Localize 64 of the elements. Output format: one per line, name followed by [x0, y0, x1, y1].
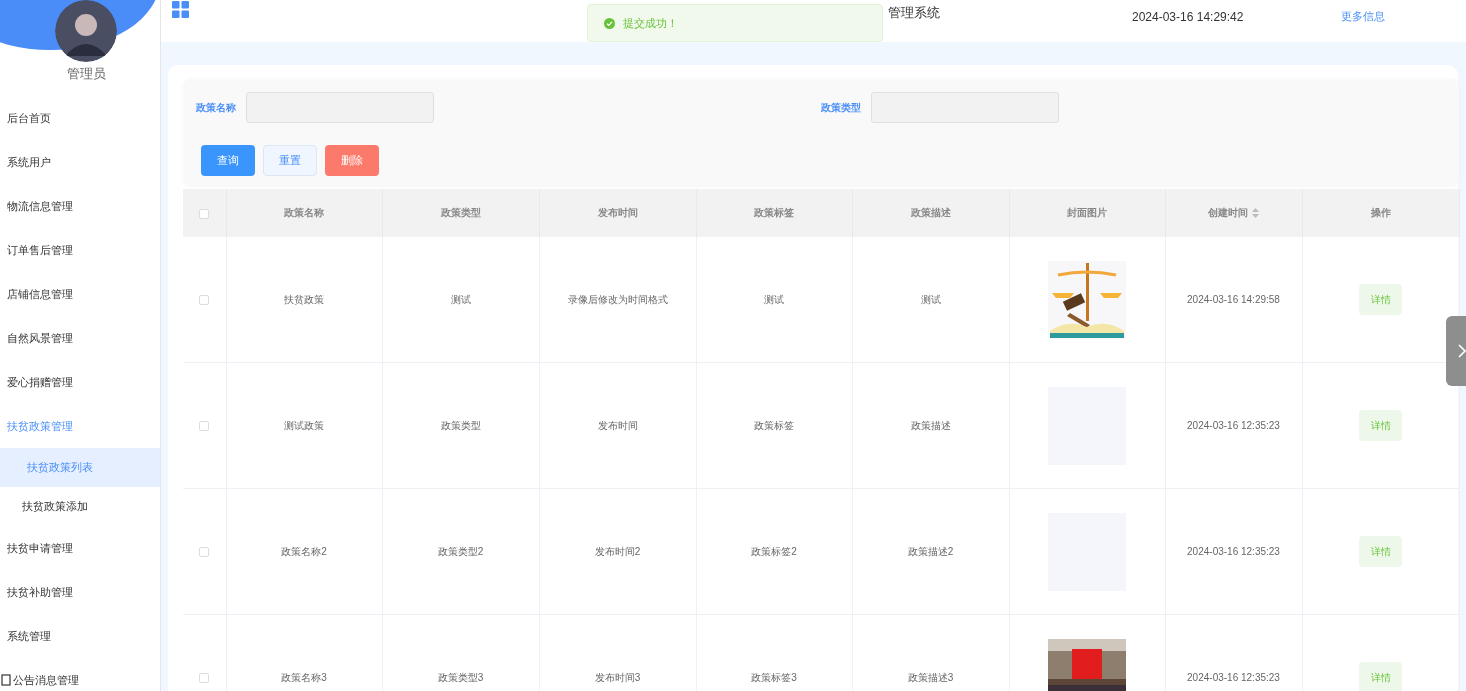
app-title: 管理系统 [888, 4, 940, 22]
checkbox[interactable] [199, 421, 210, 432]
input-field[interactable] [246, 92, 434, 123]
user-name: 管理员 [66, 65, 106, 83]
table-cell: 测试政策 [226, 362, 382, 489]
table-cell: 政策描述 [852, 362, 1009, 489]
menu-item[interactable]: 扶贫申请管理 [0, 526, 160, 570]
table-cell: 测试 [382, 237, 539, 363]
grid-icon[interactable] [172, 1, 189, 18]
table-cell: 录像后修改为时间格式 [539, 237, 696, 363]
checkbox[interactable] [199, 208, 210, 219]
table-cell: 发布时间3 [539, 614, 696, 691]
table-cell: 扶贫政策 [226, 237, 382, 363]
table-cell: 政策描述2 [852, 488, 1009, 615]
avatar [55, 0, 117, 62]
table-cell: 2024-03-16 12:35:23 [1165, 614, 1302, 691]
table-cell: 发布时间 [539, 362, 696, 489]
table-cell: 测试 [852, 237, 1009, 363]
menu-item[interactable]: 系统用户 [0, 140, 160, 184]
sort-icon[interactable] [1252, 208, 1259, 219]
table-cell: 政策名称2 [226, 488, 382, 615]
table-cell: 发布时间2 [539, 488, 696, 615]
menu-item[interactable]: 公告消息管理 [0, 658, 160, 691]
field-label: 政策类型 [821, 100, 861, 115]
column-header: 政策描述 [852, 189, 1009, 237]
input-field[interactable] [871, 92, 1059, 123]
table-cell: 2024-03-16 14:29:58 [1165, 237, 1302, 363]
menu-item[interactable]: 爱心捐赠管理 [0, 360, 160, 404]
checkbox[interactable] [199, 295, 210, 306]
table-cell: 政策类型2 [382, 488, 539, 615]
menu-item[interactable]: 物流信息管理 [0, 184, 160, 228]
menu-item[interactable]: 店铺信息管理 [0, 272, 160, 316]
table-cell: 政策标签2 [696, 488, 852, 615]
column-header: 操作 [1302, 189, 1459, 237]
chevron-icon [1458, 343, 1466, 359]
check-icon [604, 17, 615, 29]
menu-item[interactable]: 自然风景管理 [0, 316, 160, 360]
checkbox[interactable] [199, 547, 210, 558]
menu-item[interactable]: 扶贫补助管理 [0, 570, 160, 614]
table-cell: 政策标签 [696, 362, 852, 489]
column-header: 封面图片 [1009, 189, 1165, 237]
table-cell: 2024-03-16 12:35:23 [1165, 488, 1302, 615]
column-header: 政策类型 [382, 189, 539, 237]
column-header: 创建时间 [1165, 189, 1302, 237]
field-label: 政策名称 [196, 100, 236, 115]
table-cell: 政策类型 [382, 362, 539, 489]
menu-item[interactable]: 系统管理 [0, 614, 160, 658]
table-cell: 政策类型3 [382, 614, 539, 691]
submenu-item[interactable]: 扶贫政策添加 [0, 487, 160, 526]
table-cell: 政策名称3 [226, 614, 382, 691]
table-cell: 政策描述3 [852, 614, 1009, 691]
document-icon [1, 674, 11, 686]
menu-item[interactable]: 后台首页 [0, 96, 160, 140]
table-cell: 测试 [696, 237, 852, 363]
datetime: 2024-03-16 14:29:42 [1132, 10, 1244, 24]
toast-message: 提交成功！ [623, 15, 678, 31]
menu-item[interactable]: 订单售后管理 [0, 228, 160, 272]
table-cell: 政策标签3 [696, 614, 852, 691]
column-header: 政策名称 [226, 189, 382, 237]
column-header: 政策标签 [696, 189, 852, 237]
table-cell: 2024-03-16 12:35:23 [1165, 362, 1302, 489]
collapse-handle[interactable] [1446, 316, 1466, 386]
column-header: 发布时间 [539, 189, 696, 237]
checkbox[interactable] [199, 673, 210, 684]
